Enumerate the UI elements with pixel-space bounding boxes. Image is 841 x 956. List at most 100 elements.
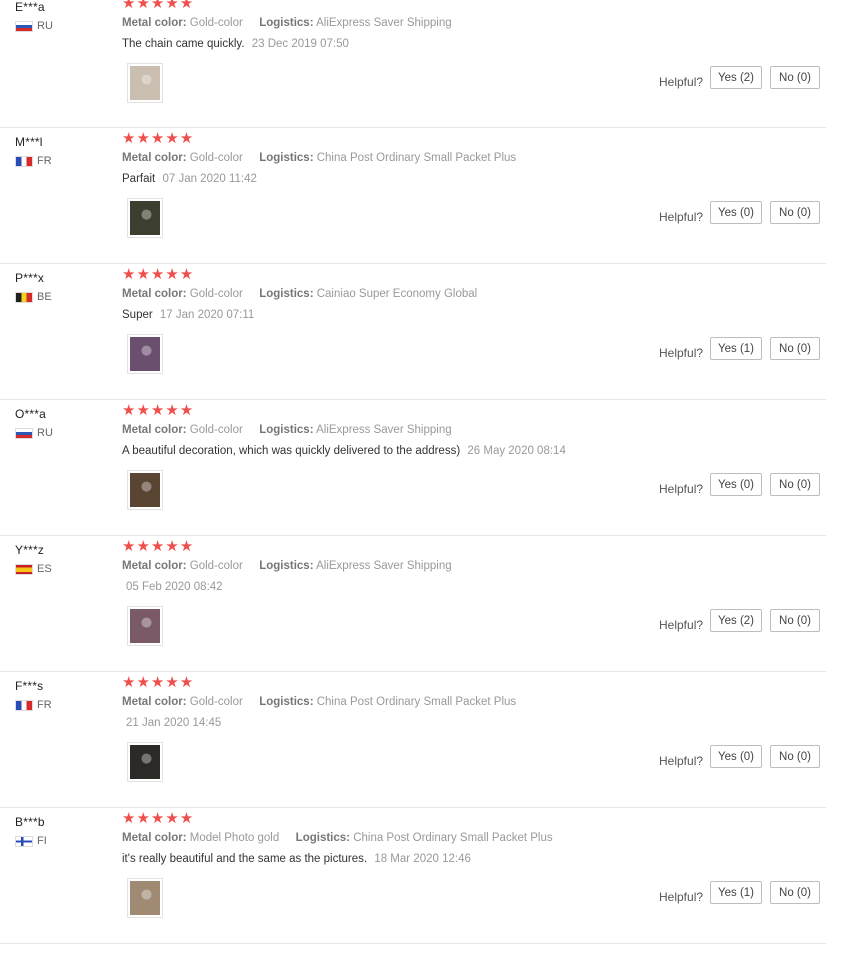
- helpful-yes-button[interactable]: Yes (1): [710, 881, 762, 904]
- review-date: 05 Feb 2020 08:42: [126, 581, 223, 593]
- star-rating: ★★★★★: [122, 130, 195, 147]
- reviewer-name: Y***z: [15, 543, 45, 557]
- country-flag-icon: [15, 155, 33, 167]
- reviewer-country: FR: [15, 155, 52, 167]
- helpful-label: Helpful?: [659, 75, 704, 89]
- review-feedback: 05 Feb 2020 08:42: [122, 581, 223, 593]
- helpful-yes-button[interactable]: Yes (0): [710, 745, 762, 768]
- helpful-yes-button[interactable]: Yes (2): [710, 66, 762, 89]
- review-feedback: The chain came quickly. 23 Dec 2019 07:5…: [122, 38, 349, 50]
- star-rating: ★★★★★: [122, 266, 195, 283]
- logistics-label: Logistics:: [259, 696, 314, 708]
- review-item: B***b FI ★★★★★ Metal color: Model Photo …: [0, 808, 826, 944]
- review-photo-thumbnail[interactable]: [127, 63, 163, 103]
- helpful-no-button[interactable]: No (0): [770, 337, 820, 360]
- reviewer-country: FR: [15, 699, 52, 711]
- review-date: 18 Mar 2020 12:46: [374, 853, 471, 865]
- reviewer-name: E***a: [15, 0, 45, 14]
- country-flag-icon: [15, 291, 33, 303]
- reviewer-country: ES: [15, 563, 52, 575]
- order-attributes: Metal color: Gold-color Logistics: AliEx…: [122, 560, 452, 572]
- logistics-label: Logistics:: [295, 832, 350, 844]
- reviewer-name: F***s: [15, 679, 44, 693]
- review-photo-package: [130, 201, 160, 235]
- helpful-label: Helpful?: [659, 346, 704, 360]
- metal-color-label: Metal color:: [122, 152, 187, 164]
- star-rating: ★★★★★: [122, 0, 195, 12]
- review-list: E***a RU ★★★★★ Metal color: Gold-color L…: [0, 0, 841, 944]
- review-item: Y***z ES ★★★★★ Metal color: Gold-color L…: [0, 536, 826, 672]
- order-attributes: Metal color: Gold-color Logistics: China…: [122, 696, 516, 708]
- metal-color-label: Metal color:: [122, 288, 187, 300]
- order-attributes: Metal color: Gold-color Logistics: AliEx…: [122, 17, 452, 29]
- reviewer-name: P***x: [15, 271, 45, 285]
- helpful-no-button[interactable]: No (0): [770, 473, 820, 496]
- review-date: 07 Jan 2020 11:42: [162, 173, 257, 185]
- helpful-yes-button[interactable]: Yes (2): [710, 609, 762, 632]
- order-attributes: Metal color: Gold-color Logistics: China…: [122, 152, 516, 164]
- review-photo-thumbnail[interactable]: [127, 470, 163, 510]
- metal-color-value: Gold-color: [189, 17, 243, 29]
- review-photo-selfie: [130, 609, 160, 643]
- country-code: FI: [37, 835, 47, 847]
- logistics-label: Logistics:: [259, 17, 314, 29]
- order-attributes: Metal color: Gold-color Logistics: AliEx…: [122, 424, 452, 436]
- reviewer-country: RU: [15, 427, 53, 439]
- reviewer-country: RU: [15, 20, 53, 32]
- country-flag-icon: [15, 563, 33, 575]
- review-text: Super: [122, 309, 153, 321]
- country-code: RU: [37, 427, 53, 439]
- review-photo-thumbnail[interactable]: [127, 198, 163, 238]
- review-feedback: A beautiful decoration, which was quickl…: [122, 445, 566, 457]
- review-feedback: it's really beautiful and the same as th…: [122, 853, 471, 865]
- star-rating: ★★★★★: [122, 810, 195, 827]
- reviewer-name: O***a: [15, 407, 47, 421]
- review-text: A beautiful decoration, which was quickl…: [122, 445, 461, 457]
- star-rating: ★★★★★: [122, 538, 195, 555]
- review-photo-thumbnail[interactable]: [127, 334, 163, 374]
- order-attributes: Metal color: Gold-color Logistics: Caini…: [122, 288, 477, 300]
- country-code: FR: [37, 699, 52, 711]
- logistics-value: China Post Ordinary Small Packet Plus: [353, 832, 553, 844]
- country-flag-icon: [15, 699, 33, 711]
- review-photo-thumbnail[interactable]: [127, 606, 163, 646]
- helpful-yes-button[interactable]: Yes (0): [710, 201, 762, 224]
- review-feedback: Super 17 Jan 2020 07:11: [122, 309, 254, 321]
- helpful-label: Helpful?: [659, 890, 704, 904]
- helpful-no-button[interactable]: No (0): [770, 881, 820, 904]
- logistics-value: AliExpress Saver Shipping: [316, 17, 452, 29]
- review-item: F***s FR ★★★★★ Metal color: Gold-color L…: [0, 672, 826, 808]
- country-flag-icon: [15, 427, 33, 439]
- logistics-value: AliExpress Saver Shipping: [316, 560, 452, 572]
- review-item: E***a RU ★★★★★ Metal color: Gold-color L…: [0, 0, 826, 128]
- review-photo-thumbnail[interactable]: [127, 742, 163, 782]
- helpful-yes-button[interactable]: Yes (1): [710, 337, 762, 360]
- country-code: RU: [37, 20, 53, 32]
- logistics-label: Logistics:: [259, 288, 314, 300]
- review-item: M***l FR ★★★★★ Metal color: Gold-color L…: [0, 128, 826, 264]
- review-date: 26 May 2020 08:14: [467, 445, 566, 457]
- helpful-no-button[interactable]: No (0): [770, 609, 820, 632]
- logistics-value: AliExpress Saver Shipping: [316, 424, 452, 436]
- helpful-no-button[interactable]: No (0): [770, 745, 820, 768]
- reviewer-country: BE: [15, 291, 52, 303]
- star-rating: ★★★★★: [122, 402, 195, 419]
- metal-color-value: Model Photo gold: [189, 832, 280, 844]
- reviewer-country: FI: [15, 835, 47, 847]
- helpful-no-button[interactable]: No (0): [770, 66, 820, 89]
- logistics-label: Logistics:: [259, 152, 314, 164]
- star-rating: ★★★★★: [122, 674, 195, 691]
- helpful-no-button[interactable]: No (0): [770, 201, 820, 224]
- logistics-value: China Post Ordinary Small Packet Plus: [316, 696, 517, 708]
- review-text: The chain came quickly.: [122, 38, 245, 50]
- helpful-yes-button[interactable]: Yes (0): [710, 473, 762, 496]
- review-photo-mirror-selfie: [130, 473, 160, 507]
- review-photo-necklace: [130, 66, 160, 100]
- review-feedback: Parfait 07 Jan 2020 11:42: [122, 173, 257, 185]
- metal-color-value: Gold-color: [189, 560, 243, 572]
- review-item: P***x BE ★★★★★ Metal color: Gold-color L…: [0, 264, 826, 400]
- review-photo-woman: [130, 881, 160, 915]
- review-photo-thumbnail[interactable]: [127, 878, 163, 918]
- metal-color-label: Metal color:: [122, 832, 187, 844]
- logistics-value: China Post Ordinary Small Packet Plus: [316, 152, 517, 164]
